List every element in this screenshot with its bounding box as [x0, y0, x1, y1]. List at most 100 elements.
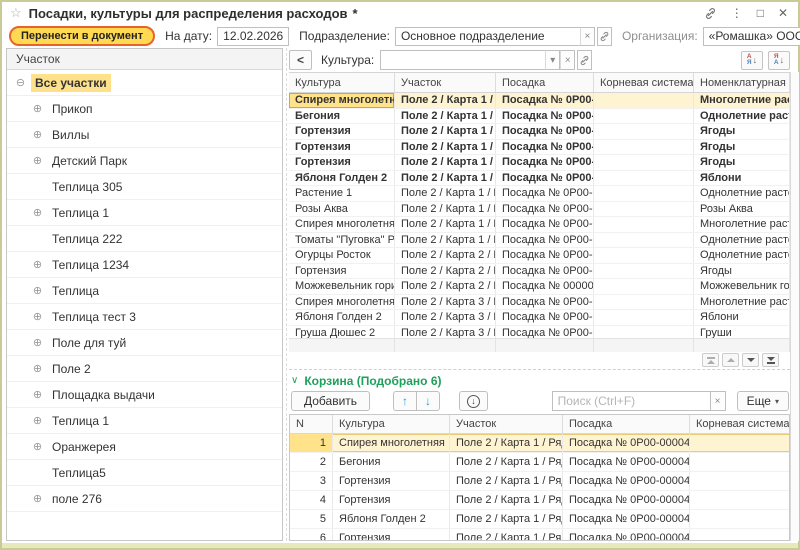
scroll-up-button[interactable]: [722, 353, 739, 367]
expand-icon[interactable]: ⊖: [13, 76, 28, 89]
planting-row[interactable]: Гортензия Поле 2 / Карта 1 / Ряд 1 Посад…: [289, 124, 790, 140]
expand-icon[interactable]: ⊕: [30, 336, 45, 349]
department-link-icon[interactable]: [597, 27, 612, 46]
expand-icon[interactable]: ⊕: [30, 414, 45, 427]
tree-item[interactable]: ⊕ Площадка выдачи: [7, 382, 282, 408]
sort-descending-button[interactable]: ЯА ↓: [768, 51, 790, 70]
scroll-to-bottom-button[interactable]: [762, 353, 779, 367]
basket-column-plot[interactable]: Участок: [450, 415, 563, 433]
basket-column-root-system[interactable]: Корневая система: [690, 415, 790, 433]
transfer-to-document-button[interactable]: Перенести в документ: [9, 26, 155, 46]
scroll-down-button[interactable]: [742, 353, 759, 367]
tree-item[interactable]: Теплица 222: [7, 226, 282, 252]
collapse-tree-button[interactable]: <: [289, 50, 312, 70]
panel-splitter[interactable]: [286, 48, 287, 541]
column-header-root-system[interactable]: Корневая система ↓: [594, 73, 694, 92]
planting-row[interactable]: Яблоня Голден 2 Поле 2 / Карта 1 / Ряд 2…: [289, 171, 790, 187]
expand-icon[interactable]: ⊕: [30, 388, 45, 401]
expand-icon[interactable]: ⊕: [30, 258, 45, 271]
expand-icon[interactable]: ⊕: [30, 206, 45, 219]
basket-column-culture[interactable]: Культура: [333, 415, 450, 433]
department-input[interactable]: [395, 27, 580, 46]
planting-row[interactable]: Гортензия Поле 2 / Карта 2 / Ряд 6 Посад…: [289, 264, 790, 280]
basket-column-planting[interactable]: Посадка: [563, 415, 690, 433]
tree-item[interactable]: ⊖ Все участки: [7, 70, 282, 96]
planting-row[interactable]: Розы Аква Поле 2 / Карта 1 / Ряд 3 Посад…: [289, 202, 790, 218]
sort-ascending-button[interactable]: АЯ ↓: [741, 51, 763, 70]
tree-item[interactable]: ⊕ Поле для туй: [7, 330, 282, 356]
basket-column-n[interactable]: N: [290, 415, 333, 433]
basket-header[interactable]: ∨ Корзина (Подобрано 6): [289, 370, 790, 388]
planting-row[interactable]: Спирея многолетняя Поле 2 / Карта 3 / Ря…: [289, 295, 790, 311]
tree-item[interactable]: ⊕ Детский Парк: [7, 148, 282, 174]
planting-row[interactable]: Яблоня Голден 2 Поле 2 / Карта 3 / Ряд 1…: [289, 310, 790, 326]
favorite-star-icon[interactable]: ☆: [10, 5, 22, 21]
tree-item[interactable]: ⊕ Теплица 1234: [7, 252, 282, 278]
planting-row[interactable]: Огурцы Росток Поле 2 / Карта 2 / Ряд 5 П…: [289, 248, 790, 264]
culture-filter-input[interactable]: [380, 50, 545, 70]
planting-row[interactable]: Растение 1 Поле 2 / Карта 1 / Ряд 2 Поса…: [289, 186, 790, 202]
basket-row[interactable]: 3 Гортензия Поле 2 / Карта 1 / Ряд 1 Пос…: [290, 472, 789, 491]
expand-icon[interactable]: ⊕: [30, 284, 45, 297]
organization-input[interactable]: [703, 27, 800, 46]
tree-item[interactable]: ⊕ Теплица 1: [7, 408, 282, 434]
basket-row[interactable]: 2 Бегония Поле 2 / Карта 1 / Ряд 1 Посад…: [290, 453, 789, 472]
planting-row[interactable]: Томаты "Пуговка" Росток Поле 2 / Карта 1…: [289, 233, 790, 249]
planting-row[interactable]: Гортензия Поле 2 / Карта 1 / Ряд 2 Посад…: [289, 140, 790, 156]
basket-search-input[interactable]: [552, 391, 710, 411]
planting-row[interactable]: Можжевельник горизонтал... Поле 2 / Карт…: [289, 279, 790, 295]
expand-icon[interactable]: ⊕: [30, 128, 45, 141]
tree-item[interactable]: ⊕ Теплица: [7, 278, 282, 304]
scrollbar-track[interactable]: [790, 72, 799, 541]
culture-filter-combo: ▾ ×: [380, 50, 592, 70]
column-header-culture[interactable]: Культура: [289, 73, 395, 92]
close-icon[interactable]: ✕: [778, 7, 788, 19]
tree-item[interactable]: Теплица 305: [7, 174, 282, 200]
expand-icon[interactable]: ⊕: [30, 310, 45, 323]
get-link-icon[interactable]: [704, 7, 717, 20]
planting-row[interactable]: Спирея многолетняя Поле 2 / Карта 1 / Ря…: [289, 93, 790, 109]
planting-row[interactable]: Спирея многолетняя Поле 2 / Карта 1 / Ря…: [289, 217, 790, 233]
expand-icon[interactable]: ⊕: [30, 440, 45, 453]
basket-row[interactable]: 6 Гортензия Поле 2 / Карта 1 / Ряд 2 Пос…: [290, 529, 789, 541]
tree-item-label: Площадка выдачи: [48, 386, 159, 404]
culture-clear-icon[interactable]: ×: [560, 50, 575, 70]
planting-row[interactable]: Гортензия Поле 2 / Карта 1 / Ряд 2 Посад…: [289, 155, 790, 171]
department-clear-icon[interactable]: ×: [580, 27, 595, 46]
finish-selection-button[interactable]: ↓: [459, 391, 488, 411]
expand-icon[interactable]: ⊕: [30, 362, 45, 375]
tree-item[interactable]: ⊕ Виллы: [7, 122, 282, 148]
move-down-button[interactable]: ↓: [416, 391, 440, 411]
date-input[interactable]: [217, 27, 289, 46]
tree-item[interactable]: ⊕ поле 276: [7, 486, 282, 512]
culture-link-icon[interactable]: [577, 50, 592, 70]
maximize-icon[interactable]: □: [757, 7, 764, 19]
scroll-to-top-button[interactable]: [702, 353, 719, 367]
expand-icon[interactable]: ⊕: [30, 102, 45, 115]
column-header-plot[interactable]: Участок: [395, 73, 496, 92]
more-button[interactable]: Еще ▾: [737, 391, 789, 411]
tree-item[interactable]: ⊕ Поле 2: [7, 356, 282, 382]
selection-panel: < Культура: ▾ × АЯ ↓ ЯА ↓: [289, 48, 790, 541]
tree-item[interactable]: Теплица5: [7, 460, 282, 486]
tree-item[interactable]: ⊕ Теплица тест 3: [7, 304, 282, 330]
tree-item[interactable]: ⊕ Оранжерея: [7, 434, 282, 460]
move-up-button[interactable]: ↑: [393, 391, 416, 411]
basket-row[interactable]: 4 Гортензия Поле 2 / Карта 1 / Ряд 2 Пос…: [290, 491, 789, 510]
search-clear-icon[interactable]: ×: [710, 391, 726, 411]
column-header-nomenclature-group[interactable]: Номенклатурная группа: [694, 73, 790, 92]
add-button[interactable]: Добавить: [291, 391, 370, 411]
tree-item[interactable]: ⊕ Прикоп: [7, 96, 282, 122]
planting-row[interactable]: Бегония Поле 2 / Карта 1 / Ряд 1 Посадка…: [289, 109, 790, 125]
basket-row[interactable]: 5 Яблоня Голден 2 Поле 2 / Карта 1 / Ряд…: [290, 510, 789, 529]
column-header-planting[interactable]: Посадка: [496, 73, 594, 92]
expand-icon[interactable]: ⊕: [30, 492, 45, 505]
planting-row[interactable]: Груша Дюшес 2 Поле 2 / Карта 3 / Ряд 11 …: [289, 326, 790, 340]
culture-dropdown-icon[interactable]: ▾: [545, 50, 560, 70]
collapse-basket-icon[interactable]: ∨: [291, 375, 298, 386]
basket-row[interactable]: 1 Спирея многолетняя Поле 2 / Карта 1 / …: [290, 434, 789, 453]
tree-item[interactable]: ⊕ Теплица 1: [7, 200, 282, 226]
menu-dots-icon[interactable]: ⋮: [731, 7, 743, 19]
basket-table-body: 1 Спирея многолетняя Поле 2 / Карта 1 / …: [290, 434, 789, 541]
expand-icon[interactable]: ⊕: [30, 154, 45, 167]
